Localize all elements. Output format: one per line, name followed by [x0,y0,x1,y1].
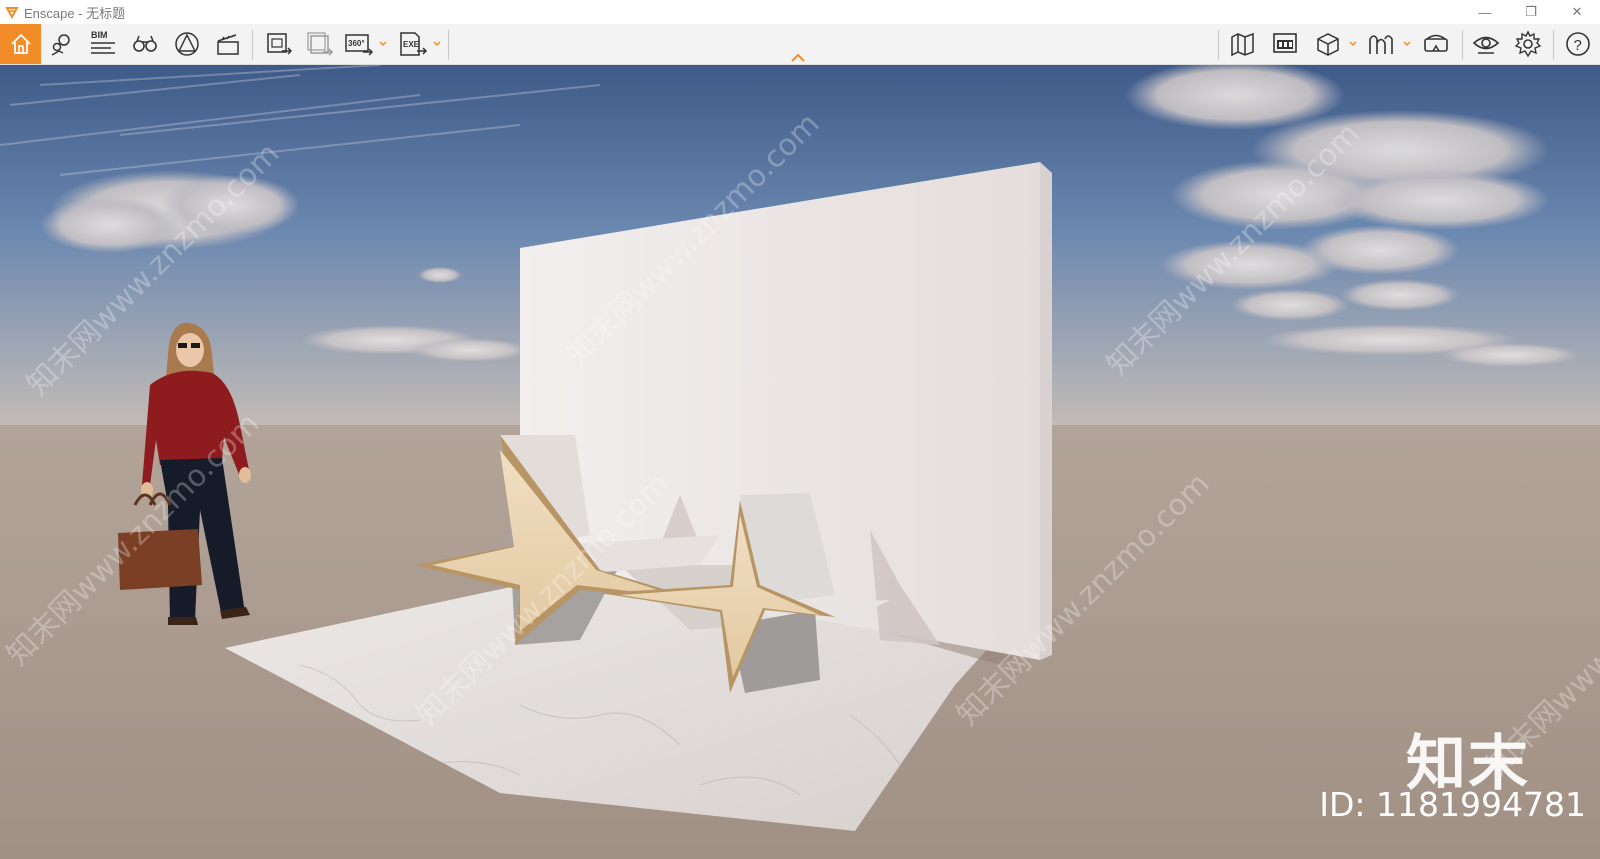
exe-export-button[interactable]: EXE [398,24,428,64]
toolbar-separator [1218,30,1219,60]
render-image-icon [267,33,293,55]
vr-headset-icon [1424,34,1448,52]
main-toolbar: BIM 360° EXE ? [0,24,1600,65]
panorama-dropdown-icon[interactable] [378,38,388,50]
svg-text:BIM: BIM [91,30,108,40]
panorama-360-icon: 360° [345,34,374,56]
bim-button[interactable]: BIM [88,24,118,64]
location-pins-icon [51,34,70,56]
safe-frame-button[interactable] [172,24,202,64]
toolbar-separator [448,30,449,60]
image-id-label: ID: 1181994781 [1319,785,1586,824]
safe-frame-icon [175,32,199,56]
location-pins-button[interactable] [47,24,77,64]
export-dropdown-icon[interactable] [432,38,442,50]
video-clapper-icon [217,34,239,55]
visual-settings-icon [1472,36,1500,54]
svg-text:?: ? [1574,37,1582,54]
video-editor-button[interactable] [213,24,243,64]
toolbar-separator [1553,30,1554,60]
render-image-button[interactable] [264,24,294,64]
vr-headset-button[interactable] [1421,24,1451,64]
views-button[interactable] [1270,24,1300,64]
svg-text:EXE: EXE [403,40,420,49]
batch-render-button[interactable] [305,24,335,64]
restore-button[interactable]: ❐ [1508,0,1554,24]
asset-library-button[interactable] [1313,24,1343,64]
minimize-button[interactable]: — [1462,0,1508,24]
bim-icon: BIM [91,30,115,54]
settings-button[interactable] [1513,24,1543,64]
map-button[interactable] [1228,24,1258,64]
exe-export-icon: EXE [400,32,428,56]
views-icon [1273,33,1297,53]
panorama-button[interactable]: 360° [344,24,374,64]
close-button[interactable]: ✕ [1554,0,1600,24]
binoculars-button[interactable] [130,24,160,64]
batch-render-icon [307,32,334,56]
help-icon: ? [1566,32,1590,56]
asset-library-icon [1317,33,1339,56]
svg-text:360°: 360° [348,39,365,48]
material-dropdown-icon[interactable] [1402,38,1412,50]
home-icon [10,33,31,54]
render-viewport[interactable]: 知末网www.znzmo.com 知末网www.znzmo.com 知末网www… [0,65,1600,859]
help-button[interactable]: ? [1563,24,1593,64]
home-button[interactable] [0,24,41,64]
visual-settings-button[interactable] [1471,24,1501,64]
asset-dropdown-icon[interactable] [1348,38,1358,50]
material-editor-icon [1369,35,1393,54]
map-icon [1231,32,1254,57]
toolbar-separator [252,30,253,60]
settings-icon [1514,30,1542,58]
toolbar-separator [1462,30,1463,60]
title-bar: Enscape - 无标题 — ❐ ✕ [0,0,1600,24]
binoculars-icon [133,35,157,52]
material-editor-button[interactable] [1366,24,1396,64]
window-title: Enscape - 无标题 [24,5,126,21]
enscape-logo-icon [4,4,20,20]
